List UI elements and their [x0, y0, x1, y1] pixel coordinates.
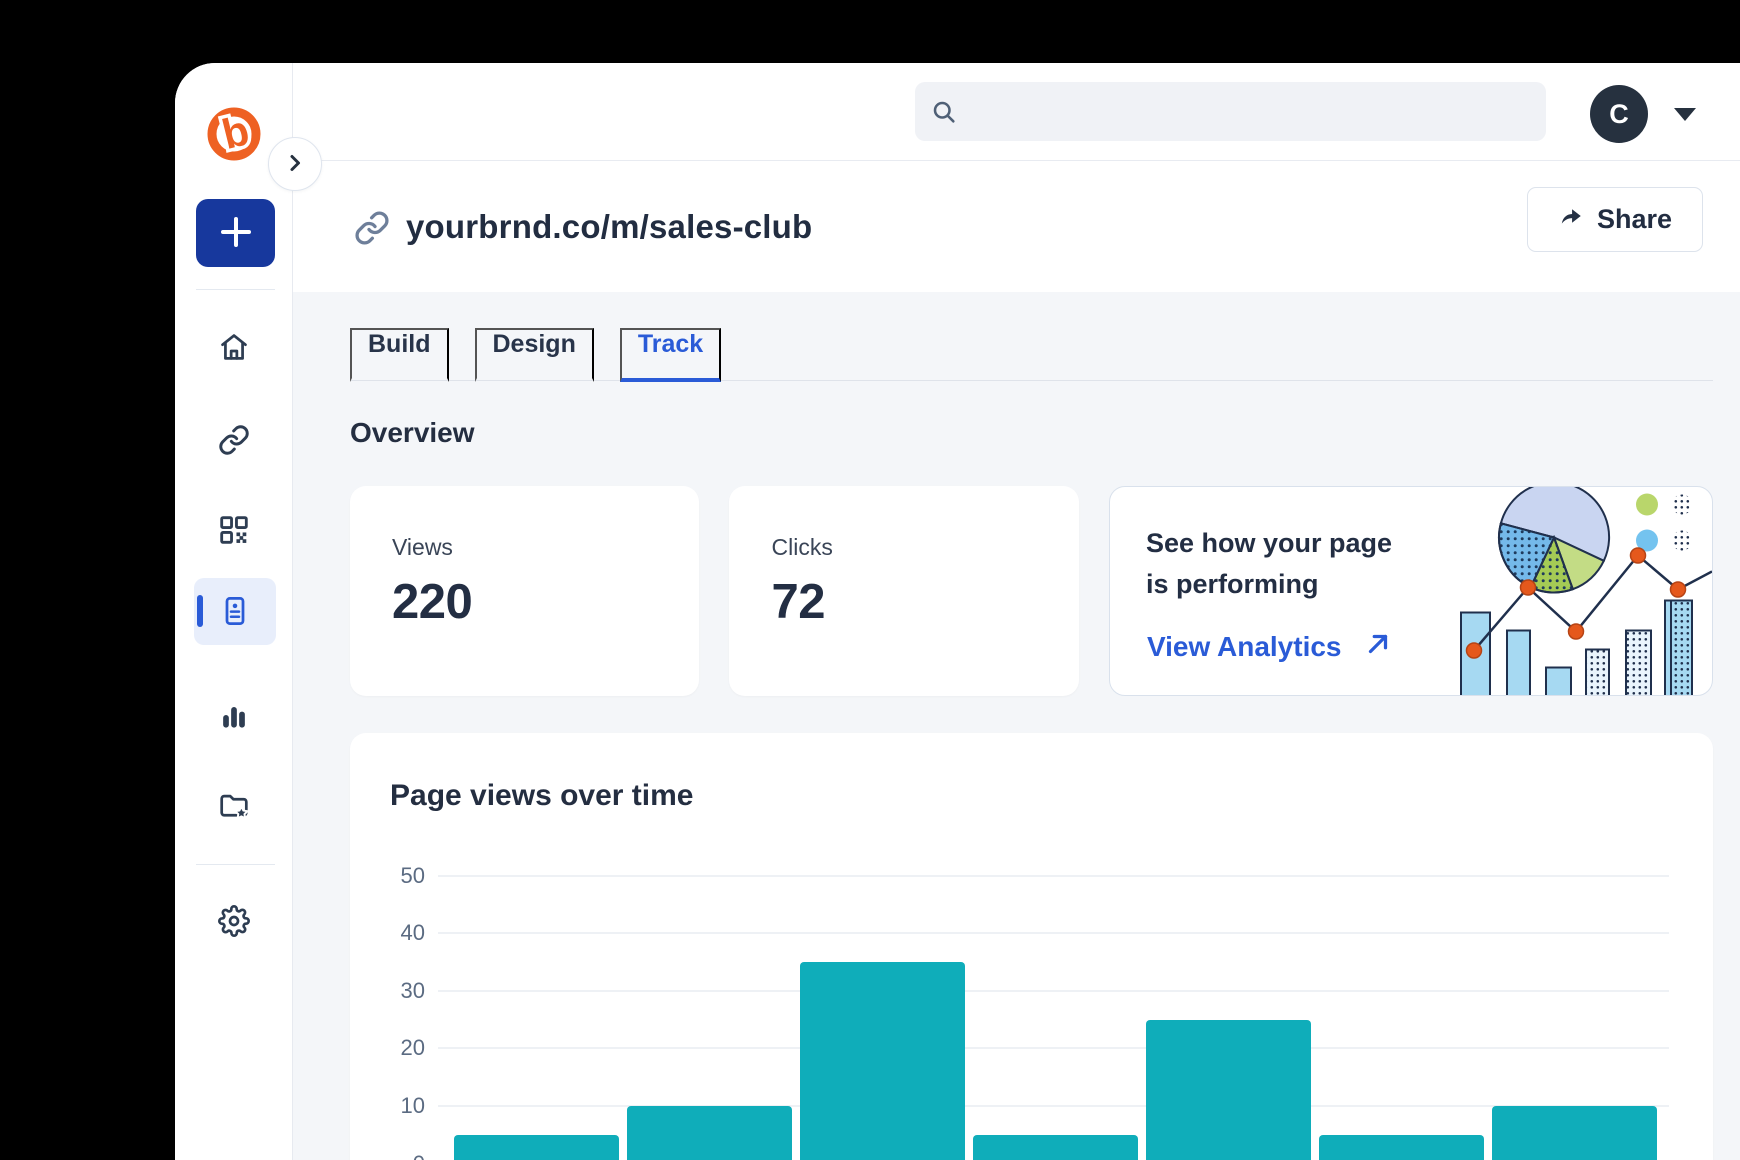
sidebar-item-links[interactable] — [218, 424, 250, 456]
overview-heading: Overview — [350, 417, 1713, 449]
share-icon — [1558, 203, 1584, 236]
page-views-chart-card: Page views over time 01020304050 — [350, 733, 1713, 1160]
y-axis-tick-label: 50 — [363, 863, 425, 889]
sidebar-item-pages[interactable] — [194, 578, 276, 645]
view-analytics-label: View Analytics — [1147, 631, 1342, 663]
active-indicator — [197, 595, 203, 627]
tab-build[interactable]: Build — [350, 328, 449, 382]
sidebar: b — [175, 63, 293, 1160]
create-new-button[interactable] — [196, 199, 275, 267]
gridline — [438, 875, 1669, 877]
sidebar-item-analytics[interactable] — [218, 699, 250, 731]
clicks-label: Clicks — [771, 534, 1078, 561]
page-title: yourbrnd.co/m/sales-club — [406, 161, 812, 292]
chart-bar — [1146, 1020, 1311, 1160]
sidebar-item-campaigns[interactable] — [218, 790, 250, 822]
share-button[interactable]: Share — [1527, 187, 1703, 252]
tab-track[interactable]: Track — [620, 328, 721, 382]
search-input[interactable] — [915, 82, 1546, 141]
clicks-value: 72 — [771, 574, 1078, 630]
y-axis-tick-label: 20 — [363, 1035, 425, 1061]
stats-row: Views 220 Clicks 72 See how your page is… — [350, 486, 1713, 696]
sidebar-item-settings[interactable] — [218, 905, 250, 937]
analytics-promo-card: See how your page is performing View Ana… — [1109, 486, 1713, 696]
chart-bar — [1319, 1135, 1484, 1160]
chart-bar — [1492, 1106, 1657, 1160]
views-card: Views 220 — [350, 486, 699, 696]
gridline — [438, 1047, 1669, 1049]
sidebar-item-qr-codes[interactable] — [218, 514, 250, 546]
clicks-card: Clicks 72 — [729, 486, 1078, 696]
chevron-right-icon — [284, 152, 306, 177]
plus-icon — [217, 213, 255, 254]
chart-bar — [454, 1135, 619, 1160]
chevron-down-icon[interactable] — [1674, 108, 1696, 121]
sidebar-divider — [196, 864, 275, 865]
page-header: yourbrnd.co/m/sales-club Share — [293, 161, 1740, 292]
sidebar-expand-button[interactable] — [268, 137, 322, 191]
gridline — [438, 990, 1669, 992]
gridline — [438, 1105, 1669, 1107]
view-analytics-link[interactable]: View Analytics — [1147, 629, 1393, 666]
sidebar-item-home[interactable] — [218, 331, 250, 363]
tab-bar: Build Design Track — [350, 328, 1713, 381]
topbar: C — [293, 63, 1740, 161]
y-axis-tick-label: 10 — [363, 1093, 425, 1119]
sidebar-divider — [196, 289, 275, 290]
analytics-illustration — [1380, 487, 1712, 695]
bitly-logo-icon: b — [206, 106, 262, 162]
y-axis-tick-label: 0 — [363, 1151, 425, 1160]
views-label: Views — [392, 534, 699, 561]
chart-title: Page views over time — [390, 779, 694, 813]
share-button-label: Share — [1597, 204, 1672, 235]
chart-bar — [800, 962, 965, 1160]
chart-plot: 01020304050 — [438, 876, 1669, 1160]
chart-bar — [627, 1106, 792, 1160]
views-value: 220 — [392, 574, 699, 630]
tab-design[interactable]: Design — [475, 328, 594, 382]
app-window: b — [175, 63, 1740, 1160]
y-axis-tick-label: 30 — [363, 978, 425, 1004]
y-axis-tick-label: 40 — [363, 920, 425, 946]
link-icon — [354, 210, 390, 251]
content: Build Design Track Overview Views 220 Cl… — [293, 292, 1740, 1160]
gridline — [438, 932, 1669, 934]
main-area: C yourbrnd.co/m/sales-club Share — [293, 63, 1740, 1160]
pages-icon — [219, 595, 251, 627]
search-icon — [930, 98, 958, 131]
chart-bar — [973, 1135, 1138, 1160]
avatar[interactable]: C — [1590, 85, 1648, 143]
